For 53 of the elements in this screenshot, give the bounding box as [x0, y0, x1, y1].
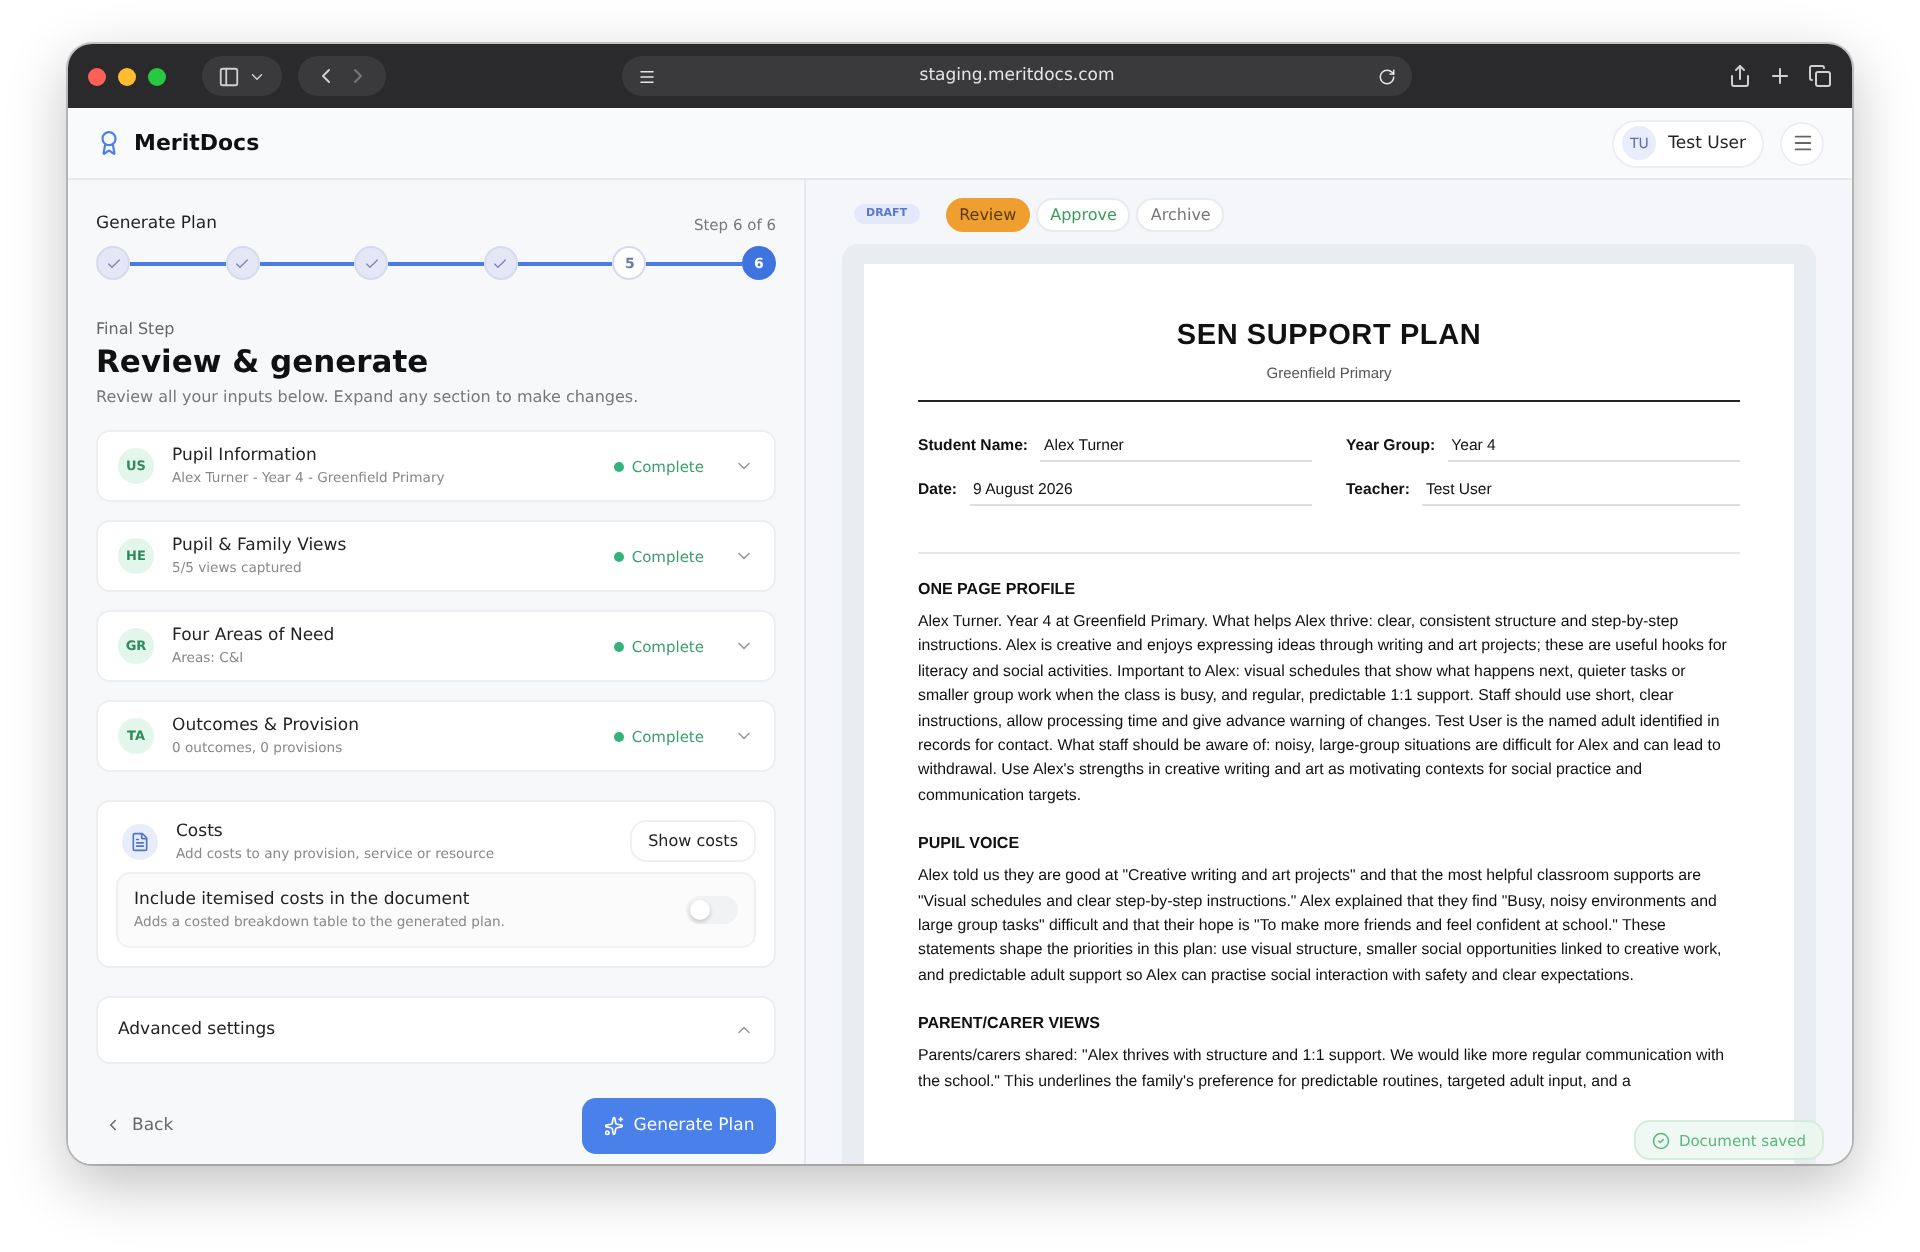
- share-button[interactable]: [1728, 64, 1752, 88]
- toggle-title: Include itemised costs in the document: [134, 890, 472, 910]
- minimize-window-button[interactable]: [118, 67, 136, 85]
- back-button[interactable]: Back: [104, 1115, 174, 1135]
- document-title: SEN SUPPORT PLAN: [1174, 320, 1484, 352]
- page-menu-icon: [638, 67, 656, 85]
- section-title: Four Areas of Need: [172, 626, 335, 646]
- share-icon: [1728, 64, 1752, 88]
- url-text: staging.meritdocs.com: [919, 66, 1115, 86]
- brand-name: MeritDocs: [134, 130, 260, 156]
- page-heading: Review & generate: [96, 344, 431, 380]
- ribbon-logo-icon: [96, 130, 122, 156]
- step-indicator[interactable]: [96, 246, 130, 280]
- section-heading: PUPIL VOICE: [918, 834, 1022, 853]
- step-indicator[interactable]: [354, 246, 389, 280]
- section-title: Pupil Information: [172, 446, 319, 466]
- new-tab-button[interactable]: [1768, 64, 1792, 88]
- section-heading: PARENT/CARER VIEWS: [918, 1014, 1102, 1033]
- navigation-buttons[interactable]: [298, 56, 386, 96]
- advanced-settings-toggle[interactable]: Advanced settings: [96, 996, 776, 1064]
- sparkles-icon: [603, 1115, 624, 1135]
- close-window-button[interactable]: [88, 67, 106, 85]
- show-costs-button[interactable]: Show costs: [630, 820, 756, 862]
- section-title: Outcomes & Provision: [172, 716, 360, 736]
- step-indicator[interactable]: [225, 246, 260, 280]
- eyebrow-text: Final Step: [96, 320, 177, 338]
- page-description: Review all your inputs below. Expand any section to make changes.: [96, 388, 641, 406]
- maximize-window-button[interactable]: [148, 67, 166, 85]
- check-icon: [234, 255, 251, 271]
- check-icon: [105, 255, 121, 271]
- step-indicator[interactable]: [483, 246, 518, 280]
- workflow-tab[interactable]: Review: [945, 197, 1031, 231]
- section-title: Pupil & Family Views: [172, 536, 347, 556]
- workflow-tab[interactable]: Archive: [1136, 197, 1225, 231]
- sidebar-toggle-button[interactable]: [202, 56, 282, 96]
- toggle-switch[interactable]: [686, 896, 738, 924]
- plus-icon: [1768, 64, 1792, 88]
- address-bar[interactable]: staging.meritdocs.com: [622, 56, 1412, 96]
- chevron-left-icon: [104, 1116, 122, 1134]
- check-icon: [363, 255, 380, 271]
- menu-button[interactable]: [1780, 121, 1824, 165]
- reload-icon[interactable]: [1378, 67, 1396, 85]
- tabs-overview-button[interactable]: [1808, 64, 1832, 88]
- sidebar-icon: [218, 65, 240, 87]
- wizard-title: Generate Plan: [96, 214, 217, 234]
- menu-icon: [1791, 132, 1813, 154]
- generate-plan-button[interactable]: Generate Plan: [582, 1097, 776, 1153]
- costs-title: Costs: [176, 821, 225, 841]
- document-icon: [122, 823, 158, 859]
- check-circle-icon: [1652, 1131, 1671, 1149]
- tabs-icon: [1808, 64, 1832, 88]
- section-heading: ONE PAGE PROFILE: [918, 580, 1078, 598]
- check-icon: [492, 255, 509, 271]
